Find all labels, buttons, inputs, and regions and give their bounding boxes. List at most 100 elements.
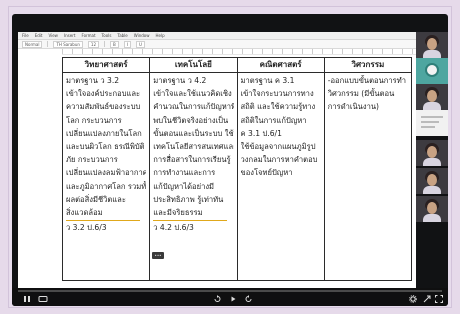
bold-button[interactable]: B — [110, 40, 119, 48]
cell-line: และบนผิวโลก ธรณีพิบัติ — [66, 142, 145, 152]
underline-button[interactable]: U — [135, 40, 145, 48]
cell-line: ว 4.2 ป.6/3 — [153, 223, 194, 233]
font-select[interactable]: TH Sarabun — [53, 40, 83, 48]
cell-line: แก้ปัญหาได้อย่างมี — [153, 181, 215, 191]
cell-line: ประสิทธิภาพ รู้เท่าทัน — [153, 194, 224, 204]
style-select[interactable]: Normal — [22, 40, 43, 48]
player-controls — [12, 288, 448, 306]
cell-line: ว 3.2 ป.6/3 — [66, 223, 107, 233]
captions-button[interactable] — [38, 294, 48, 304]
document-window: File Edit View Insert Format Tools Table… — [18, 32, 416, 288]
video-player[interactable]: File Edit View Insert Format Tools Table… — [12, 14, 448, 306]
menu-edit[interactable]: Edit — [35, 33, 43, 38]
menu-window[interactable]: Window — [134, 33, 150, 38]
progress-bar[interactable] — [18, 290, 442, 292]
header-technology: เทคโนโลยี — [149, 57, 238, 73]
toolbar-divider — [47, 41, 49, 47]
gear-icon — [409, 295, 417, 303]
science-cell: มาตรฐาน ว 3.2 เข้าใจองค์ประกอบและความสัมพ… — [61, 72, 151, 281]
header-science: วิทยาศาสตร์ — [61, 57, 151, 73]
participant-tile[interactable] — [416, 58, 448, 84]
header-mathematics: คณิตศาสตร์ — [236, 57, 325, 73]
participant-tile[interactable] — [416, 168, 448, 194]
menu-insert[interactable]: Insert — [64, 33, 75, 38]
shared-screen-line — [421, 121, 439, 123]
fullscreen-icon — [435, 295, 443, 303]
cell-line: สถิติในการแก้ปัญหา — [240, 115, 307, 125]
cell-line: ขั้นตอนและเป็นระบบ ใช้ — [153, 128, 234, 138]
participant-face — [427, 90, 437, 102]
forward-icon — [245, 295, 252, 302]
lesson-table: วิทยาศาสตร์ เทคโนโลยี คณิตศาสตร์ วิศวกรร… — [61, 57, 413, 281]
participant-face — [427, 202, 437, 214]
participant-tile[interactable] — [416, 32, 448, 58]
mathematics-cell: มาตรฐาน ค 3.1 เข้าใจกระบวนการทางสถิติ และ… — [236, 72, 325, 281]
settings-button[interactable] — [408, 294, 418, 304]
participant-tile[interactable] — [416, 84, 448, 110]
previous-button[interactable] — [212, 294, 222, 304]
cell-line: ของโจทย์ปัญหา — [240, 168, 293, 178]
cell-line: ความสัมพันธ์ของระบบ — [66, 102, 141, 112]
shared-screen-line — [421, 126, 435, 128]
pause-button[interactable] — [22, 294, 32, 304]
document-page: วิทยาศาสตร์ เทคโนโลยี คณิตศาสตร์ วิศวกรร… — [18, 49, 416, 288]
table-row: มาตรฐาน ว 3.2 เข้าใจองค์ประกอบและความสัมพ… — [61, 72, 413, 281]
captions-icon — [38, 296, 48, 302]
menu-file[interactable]: File — [22, 33, 29, 38]
cell-line: และมีจริยธรรม — [153, 208, 203, 218]
cell-line: โลก กระบวนการ — [66, 115, 122, 125]
technology-cell: มาตรฐาน ว 4.2 เข้าใจและใช้แนวคิดเชิงคำนวณ… — [149, 72, 238, 281]
cell-line: สิ่งแวดล้อม — [66, 208, 103, 218]
menu-help[interactable]: Help — [156, 33, 165, 38]
cell-line: เข้าใจกระบวนการทาง — [240, 89, 314, 99]
cell-line: เข้าใจองค์ประกอบและ — [66, 89, 141, 99]
cell-line: เข้าใจและใช้แนวคิดเชิง — [153, 89, 232, 99]
participant-face — [427, 174, 437, 186]
cell-line: มาตรฐาน ว 4.2 — [153, 76, 207, 85]
cell-line: การดำเนินงาน) — [327, 102, 379, 112]
forward-button[interactable] — [244, 294, 254, 304]
tooltip-marker: ••• — [152, 252, 164, 259]
cell-line: มาตรฐาน ว 3.2 — [66, 76, 120, 85]
cell-line: เปลี่ยนแปลงภายในโลก — [66, 128, 142, 138]
cell-line: พบในชีวิตจริงอย่างเป็น — [153, 115, 229, 125]
participant-face — [427, 38, 437, 50]
font-size-select[interactable]: 12 — [87, 40, 99, 48]
formatting-toolbar: Normal TH Sarabun 12 B I U — [18, 40, 416, 49]
cell-line: ผลต่อสิ่งมีชีวิตและ — [66, 194, 126, 204]
participant-shirt — [423, 50, 441, 58]
pip-button[interactable] — [422, 294, 432, 304]
participant-tile[interactable] — [416, 110, 448, 136]
cell-line: วิศวกรรม (มีขั้นตอน — [327, 89, 395, 99]
menu-bar: File Edit View Insert Format Tools Table… — [18, 32, 416, 40]
cell-line: คำนวณในการแก้ปัญหาที่ — [153, 102, 234, 112]
participant-shirt — [423, 186, 441, 194]
engineering-cell: -ออกแบบขั้นตอนการทำวิศวกรรม (มีขั้นตอนกา… — [323, 72, 413, 281]
play-center-button[interactable] — [228, 294, 238, 304]
replay-icon — [214, 295, 221, 302]
toolbar-divider — [104, 41, 105, 47]
cell-line: การทำงานและการ — [153, 168, 216, 178]
cell-line: สถิติ และใช้ความรู้ทาง — [240, 102, 316, 112]
cell-line: มาตรฐาน ค 3.1 — [240, 76, 295, 85]
italic-button[interactable]: I — [123, 40, 131, 48]
menu-format[interactable]: Format — [81, 33, 95, 38]
cell-line: การสื่อสารในการเรียนรู้ — [153, 155, 231, 165]
cell-line: ใช้ข้อมูลจากแผนภูมิรูป — [240, 142, 316, 152]
fullscreen-button[interactable] — [434, 294, 444, 304]
cell-line: ค 3.1 ป.6/1 — [240, 128, 282, 138]
participant-face — [427, 146, 437, 158]
menu-tools[interactable]: Tools — [102, 33, 112, 38]
participant-shirt — [423, 102, 441, 110]
participant-tile[interactable] — [416, 140, 448, 166]
participant-shirt — [423, 158, 441, 166]
cell-line: เทคโนโลยีสารสนเทศและ — [153, 142, 234, 152]
participant-tile[interactable] — [416, 196, 448, 222]
avatar-emblem-icon — [425, 63, 439, 77]
menu-view[interactable]: View — [48, 33, 58, 38]
cell-line: -ออกแบบขั้นตอนการทำ — [327, 76, 407, 85]
shared-screen-line — [421, 116, 443, 118]
participant-shirt — [423, 214, 441, 222]
menu-table[interactable]: Table — [117, 33, 127, 38]
ruler — [62, 49, 416, 55]
